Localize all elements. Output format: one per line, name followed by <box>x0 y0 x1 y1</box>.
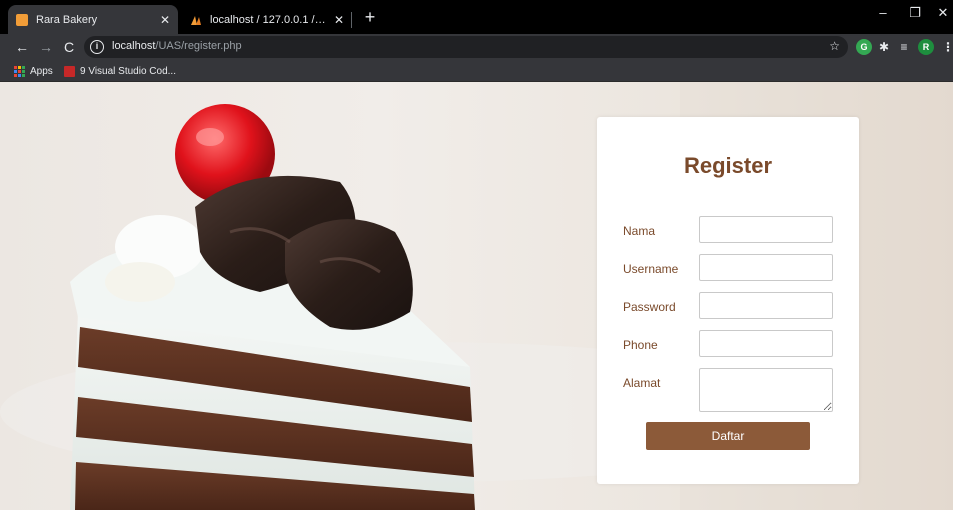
alamat-label: Alamat <box>623 376 661 390</box>
nama-input[interactable] <box>699 216 833 243</box>
tab-strip: Rara Bakery ✕ localhost / 127.0.0.1 / to… <box>0 0 953 34</box>
apps-grid-icon <box>14 65 25 77</box>
bookmark-label: Apps <box>30 65 53 77</box>
password-input[interactable] <box>699 292 833 319</box>
tab-phpmyadmin[interactable]: localhost / 127.0.0.1 / toko_roti / ✕ <box>182 5 352 34</box>
tab-divider <box>351 12 352 28</box>
close-tab-icon[interactable]: ✕ <box>160 13 170 27</box>
menu-kebab-icon[interactable]: ⋮ <box>940 39 953 55</box>
browser-toolbar: ← → C i localhost/UAS/register.php ☆ G ✱… <box>0 34 953 60</box>
new-tab-button[interactable]: + <box>359 6 381 28</box>
bookmark-label: 9 Visual Studio Cod... <box>80 65 176 77</box>
alamat-textarea[interactable] <box>699 368 833 412</box>
password-label: Password <box>623 300 676 314</box>
bookmark-apps[interactable]: Apps <box>14 63 53 79</box>
tab-title: Rara Bakery <box>36 13 98 26</box>
profile-avatar[interactable]: R <box>918 39 934 55</box>
register-card: Register Nama Username Password Phone Al… <box>597 117 859 484</box>
nama-label: Nama <box>623 224 656 238</box>
daftar-button[interactable]: Daftar <box>646 422 810 450</box>
phpmyadmin-favicon-icon <box>190 14 202 26</box>
reload-icon[interactable]: C <box>59 37 79 57</box>
page-title: Register <box>683 153 773 178</box>
bookmark-star-icon[interactable]: ☆ <box>829 39 840 53</box>
extensions-puzzle-icon[interactable]: ✱ <box>876 39 892 55</box>
bookmark-favicon-icon <box>64 65 75 77</box>
minimize-icon[interactable]: – <box>868 0 898 28</box>
phone-label: Phone <box>623 338 658 352</box>
tab-title: localhost / 127.0.0.1 / toko_roti / <box>210 13 328 26</box>
site-info-icon[interactable]: i <box>90 40 104 54</box>
username-input[interactable] <box>699 254 833 281</box>
rara-bakery-favicon-icon <box>16 13 28 26</box>
url-text[interactable]: localhost/UAS/register.php <box>112 40 242 52</box>
back-icon[interactable]: ← <box>12 37 32 57</box>
bookmark-visual-studio[interactable]: 9 Visual Studio Cod... <box>64 63 176 79</box>
grammarly-extension-icon[interactable]: G <box>856 39 872 55</box>
close-window-icon[interactable]: ✕ <box>928 0 953 28</box>
username-label: Username <box>623 262 679 276</box>
reading-list-icon[interactable]: ≡ <box>896 39 912 55</box>
restore-icon[interactable]: ❐ <box>900 0 930 28</box>
page-viewport: Register Nama Username Password Phone Al… <box>0 82 953 510</box>
phone-input[interactable] <box>699 330 833 357</box>
address-bar[interactable]: i localhost/UAS/register.php ☆ <box>84 36 848 58</box>
tab-rara-bakery[interactable]: Rara Bakery ✕ <box>8 5 178 34</box>
forward-icon[interactable]: → <box>36 37 56 57</box>
bookmarks-bar: Apps 9 Visual Studio Cod... <box>0 60 953 82</box>
close-tab-icon[interactable]: ✕ <box>334 13 344 27</box>
